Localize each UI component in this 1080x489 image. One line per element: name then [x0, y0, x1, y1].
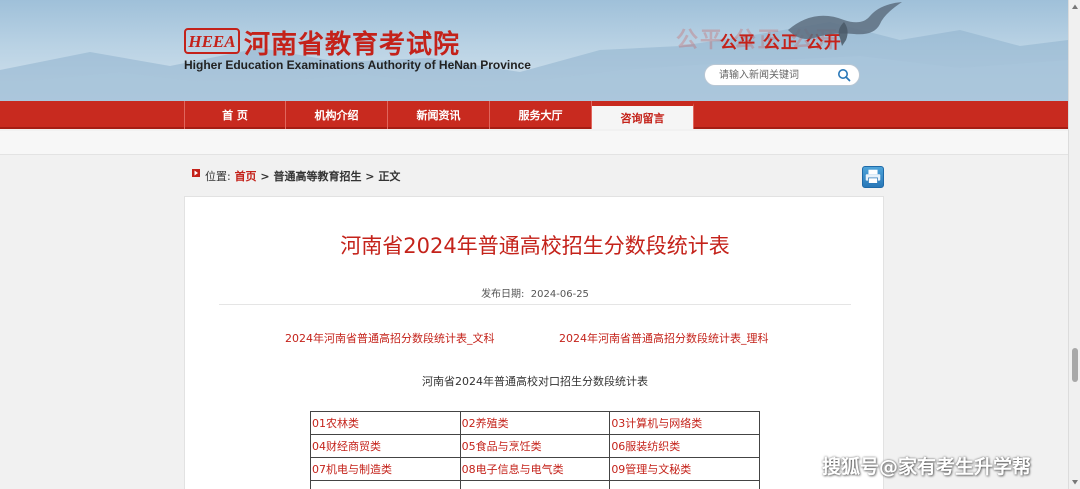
breadcrumb-separator: >	[256, 170, 274, 183]
logo-title-en: Higher Education Examinations Authority …	[184, 58, 531, 72]
sub-band	[0, 131, 1068, 155]
publish-date-value: 2024-06-25	[530, 289, 589, 300]
article-panel: 河南省2024年普通高校招生分数段统计表 发布日期: 2024-06-25 20…	[184, 196, 884, 489]
sohu-watermark: 搜狐号@家有考生升学帮	[822, 456, 1032, 478]
table-row: 01农林类 02养殖类 03计算机与网络类	[310, 411, 760, 435]
link-arts-stats[interactable]: 2024年河南省普通高招分数段统计表_文科	[285, 330, 495, 346]
location-marker-icon	[192, 169, 200, 177]
breadcrumb-current: 正文	[378, 170, 401, 183]
print-button[interactable]	[862, 166, 884, 188]
category-cell[interactable]: 04财经商贸类	[310, 434, 461, 458]
search-box	[704, 64, 860, 86]
category-cell[interactable]: 02养殖类	[459, 411, 611, 435]
heea-logo-badge: HEEA	[184, 28, 240, 54]
category-table: 01农林类 02养殖类 03计算机与网络类 04财经商贸类 05食品与烹饪类 0…	[310, 411, 760, 489]
printer-icon	[865, 169, 881, 184]
link-science-stats[interactable]: 2024年河南省普通高招分数段统计表_理科	[559, 330, 769, 346]
main-nav: 首 页 机构介绍 新闻资讯 服务大厅 咨询留言	[0, 101, 1068, 129]
breadcrumb-separator: >	[361, 170, 379, 183]
publish-date: 发布日期: 2024-06-25	[185, 285, 885, 300]
breadcrumb: 位置: 首页 > 普通高等教育招生 > 正文	[184, 162, 884, 190]
category-cell[interactable]: 09管理与文秘类	[609, 457, 760, 481]
nav-item-about[interactable]: 机构介绍	[286, 101, 388, 129]
breadcrumb-home-link[interactable]: 首页	[235, 170, 257, 183]
table-row: 07机电与制造类 08电子信息与电气类 09管理与文秘类	[310, 457, 760, 481]
nav-item-news[interactable]: 新闻资讯	[388, 101, 490, 129]
article-title: 河南省2024年普通高校招生分数段统计表	[340, 234, 730, 258]
breadcrumb-section-link[interactable]: 普通高等教育招生	[273, 170, 361, 183]
site-header: HEEA 河南省教育考试院 Higher Education Examinati…	[0, 0, 1068, 101]
mountain-backdrop	[0, 22, 1068, 101]
logo-title-cn: 河南省教育考试院	[244, 30, 461, 60]
category-cell[interactable]: 05食品与烹饪类	[459, 434, 611, 458]
category-cell[interactable]: 08电子信息与电气类	[459, 457, 611, 481]
nav-item-consult[interactable]: 咨询留言	[592, 103, 694, 129]
table-row: 04财经商贸类 05食品与烹饪类 06服装纺织类	[310, 434, 760, 458]
search-input[interactable]	[719, 68, 837, 83]
publish-date-label: 发布日期:	[481, 289, 525, 300]
title-divider	[219, 304, 851, 305]
logo-badge-text: HEEA	[187, 32, 235, 51]
category-cell[interactable]: 03计算机与网络类	[609, 411, 760, 435]
breadcrumb-text: 位置: 首页 > 普通高等教育招生 > 正文	[205, 168, 400, 184]
scroll-down-icon[interactable]	[1071, 478, 1079, 486]
category-cell[interactable]	[310, 480, 461, 489]
eagle-icon	[788, 2, 902, 46]
category-cell[interactable]: 06服装纺织类	[609, 434, 760, 458]
nav-item-services[interactable]: 服务大厅	[490, 101, 592, 129]
scroll-up-icon[interactable]	[1071, 3, 1079, 11]
page-scrollbar[interactable]	[1068, 0, 1080, 489]
category-cell[interactable]	[459, 480, 611, 489]
nav-item-home[interactable]: 首 页	[184, 101, 286, 129]
category-cell[interactable]: 01农林类	[310, 411, 461, 435]
scroll-thumb[interactable]	[1072, 348, 1078, 382]
category-cell[interactable]	[609, 480, 760, 489]
table-row	[310, 480, 760, 489]
breadcrumb-prefix: 位置:	[205, 170, 231, 183]
vocational-subtitle: 河南省2024年普通高校对口招生分数段统计表	[422, 375, 648, 388]
nav-items: 首 页 机构介绍 新闻资讯 服务大厅 咨询留言	[184, 101, 694, 129]
category-cell[interactable]: 07机电与制造类	[310, 457, 461, 481]
search-icon[interactable]	[837, 68, 851, 82]
